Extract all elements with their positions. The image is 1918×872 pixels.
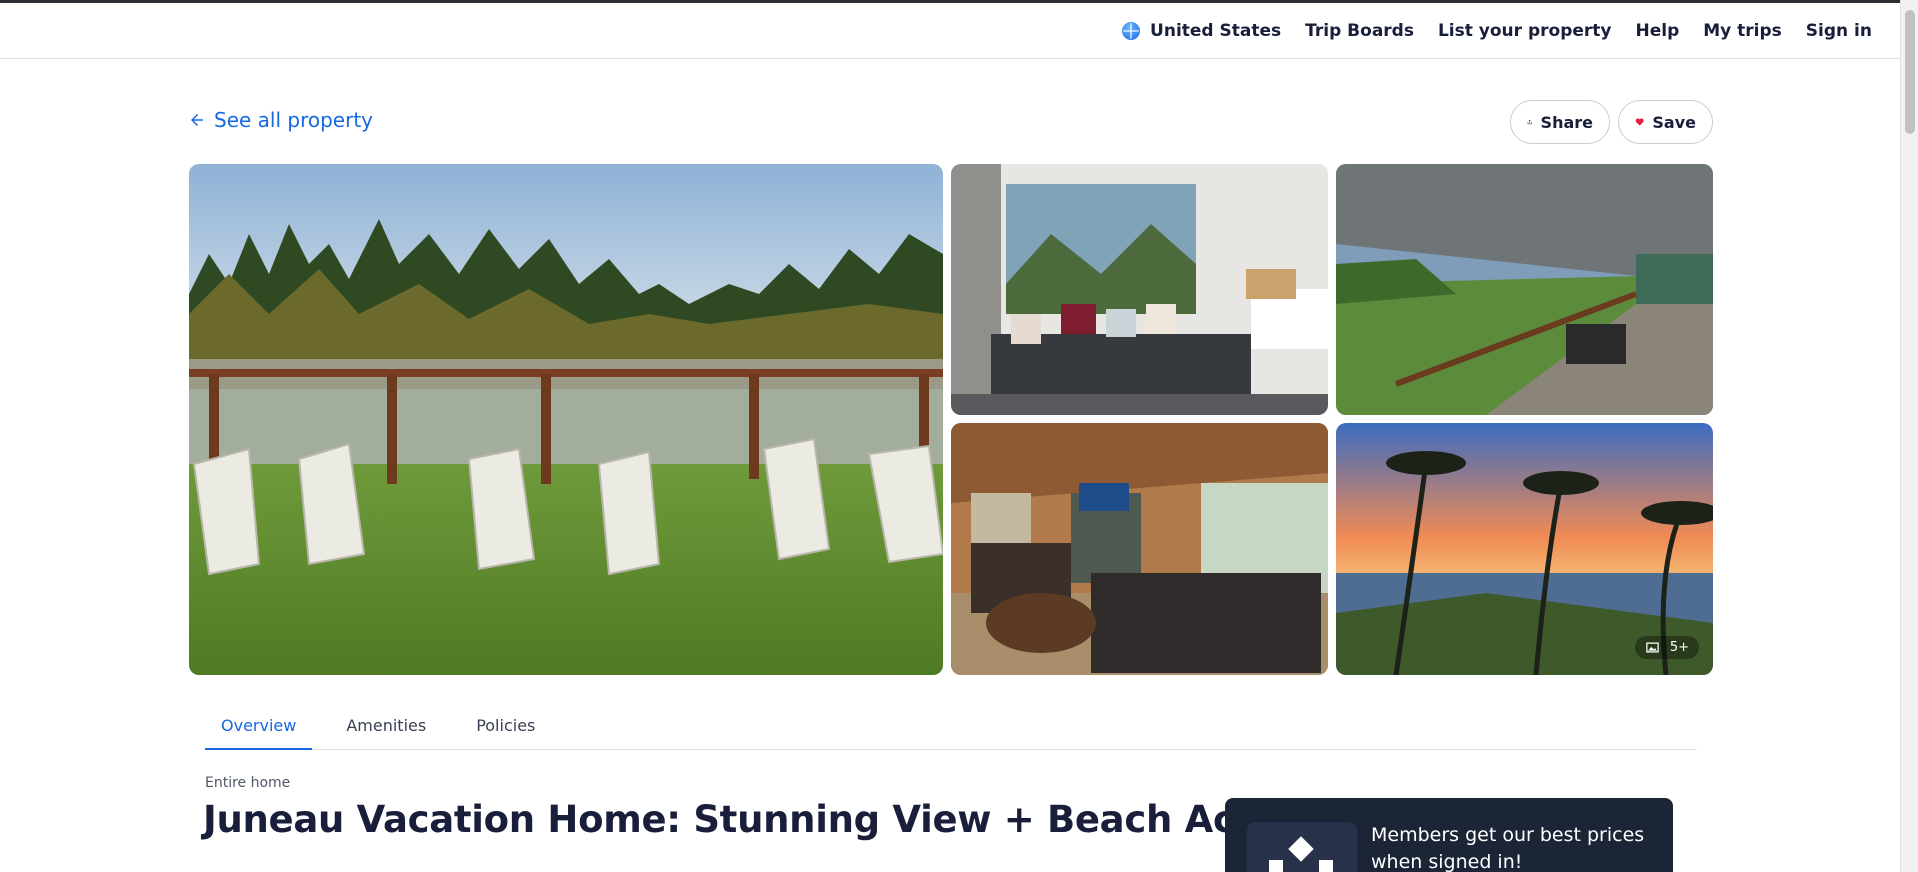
see-all-property-link[interactable]: See all property: [188, 108, 373, 132]
photo-deck[interactable]: [1336, 164, 1713, 415]
save-label: Save: [1652, 112, 1696, 132]
nav-help[interactable]: Help: [1635, 21, 1679, 41]
property-tabs: Overview Amenities Policies: [205, 704, 1697, 750]
property-type: Entire home: [205, 775, 291, 791]
nav-list-property[interactable]: List your property: [1438, 21, 1612, 41]
globe-icon: [1122, 22, 1141, 40]
bedroom-image: [951, 164, 1328, 415]
see-all-property-label: See all property: [214, 108, 374, 132]
photo-living-room[interactable]: [951, 423, 1328, 675]
members-badge-icon: [1247, 822, 1357, 872]
heart-icon: [1635, 118, 1644, 126]
share-icon: [1527, 119, 1532, 125]
header-nav: United States Trip Boards List your prop…: [1122, 3, 1872, 59]
nav-trip-boards[interactable]: Trip Boards: [1305, 21, 1414, 41]
photo-bedroom[interactable]: [951, 164, 1328, 415]
site-header: United States Trip Boards List your prop…: [0, 3, 1900, 59]
page-scrollbar[interactable]: [1900, 0, 1918, 872]
save-button[interactable]: Save: [1618, 100, 1713, 144]
share-button[interactable]: Share: [1510, 100, 1610, 144]
diamond-shapes-icon: [1269, 836, 1333, 872]
tab-policies[interactable]: Policies: [460, 704, 551, 750]
arrow-left-icon: [191, 114, 203, 126]
deck-image: [1336, 164, 1713, 415]
members-prices-card[interactable]: Members get our best prices when signed …: [1225, 798, 1673, 872]
tab-amenities[interactable]: Amenities: [330, 704, 442, 750]
nav-sign-in[interactable]: Sign in: [1806, 21, 1872, 41]
property-title: Juneau Vacation Home: Stunning View + Be…: [203, 798, 1325, 841]
river-chairs-image: [189, 164, 943, 675]
region-selector[interactable]: United States: [1122, 21, 1281, 41]
share-label: Share: [1540, 112, 1593, 132]
nav-my-trips[interactable]: My trips: [1703, 21, 1782, 41]
scrollbar-thumb[interactable]: [1905, 10, 1915, 134]
photo-main-river-chairs[interactable]: [189, 164, 943, 675]
photo-sunset[interactable]: 5+: [1336, 423, 1713, 675]
members-card-text: Members get our best prices when signed …: [1371, 824, 1645, 872]
image-icon: [1646, 642, 1659, 653]
region-label: United States: [1150, 21, 1282, 41]
photo-gallery: 5+: [189, 164, 1713, 675]
more-photos-count: 5+: [1669, 640, 1689, 655]
living-room-image: [951, 423, 1328, 675]
more-photos-badge[interactable]: 5+: [1634, 636, 1699, 659]
tab-overview[interactable]: Overview: [205, 704, 313, 750]
